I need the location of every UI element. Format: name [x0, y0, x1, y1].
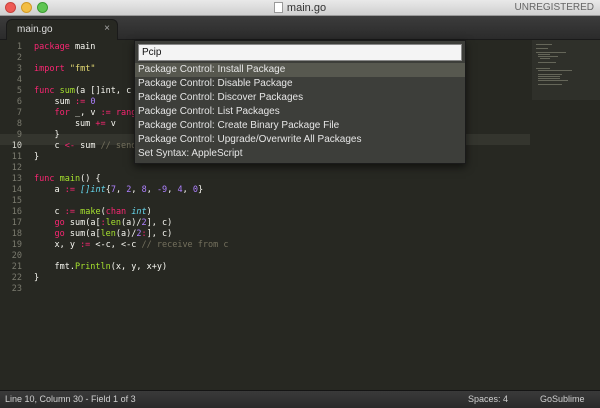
line-number: 20: [11, 251, 22, 261]
minimap-line: [538, 56, 558, 57]
minimap-line: [538, 54, 550, 55]
line-number: 10: [11, 141, 22, 151]
minimap[interactable]: [532, 40, 600, 100]
command-item[interactable]: Package Control: List Packages: [135, 105, 465, 119]
line-number: 1: [16, 42, 22, 52]
minimap-line: [536, 68, 550, 69]
code-line: c := make(chan int): [34, 207, 152, 217]
line-number-gutter: 1 2 3 4 5 6 7 8 9 10 11 12 13 14 15 16 17 18 19 20 21 22 23: [0, 40, 28, 390]
code-line: a := []int{7, 2, 8, -9, 4, 0}: [34, 185, 204, 195]
code-line: go sum(a[:len(a)/2], c): [54, 218, 173, 228]
code-line: for _, v := range: [54, 108, 142, 118]
code-line: func sum(a []int, c: [34, 86, 137, 96]
code-line: }: [34, 152, 40, 162]
title-bar: main.go UNREGISTERED: [0, 0, 600, 16]
command-item[interactable]: Set Syntax: AppleScript: [135, 147, 465, 161]
minimap-line: [538, 84, 562, 85]
minimap-line: [540, 58, 550, 59]
line-number: 13: [11, 174, 22, 184]
command-palette-input[interactable]: [138, 44, 462, 61]
window-title: main.go: [286, 2, 327, 14]
code-line: func main() {: [34, 174, 101, 184]
document-icon: [273, 2, 283, 13]
minimap-line: [536, 52, 566, 53]
code-line: }: [34, 273, 40, 283]
line-number: 11: [11, 152, 22, 162]
registration-status: UNREGISTERED: [514, 2, 594, 13]
minimap-line: [536, 48, 548, 49]
tab-label: main.go: [17, 24, 53, 35]
code-line: import "fmt": [34, 64, 96, 74]
minimap-line: [538, 62, 556, 63]
code-line: sum += v: [34, 119, 116, 129]
minimap-line: [536, 44, 552, 45]
line-number: 15: [11, 196, 22, 206]
command-item[interactable]: Package Control: Upgrade/Overwrite All P…: [135, 133, 465, 147]
line-number: 14: [11, 185, 22, 195]
code-line: package main: [34, 42, 96, 52]
line-number: 7: [16, 108, 22, 118]
command-item-selected[interactable]: Package Control: Install Package: [135, 63, 465, 77]
line-number: 18: [11, 229, 22, 239]
minimap-line: [538, 74, 562, 75]
tab-bar: main.go ×: [0, 16, 600, 40]
cursor-position: Line 10, Column 30 - Field 1 of 3: [5, 394, 136, 404]
code-line: go sum(a[len(a)/2:], c): [54, 229, 173, 239]
line-number: 22: [11, 273, 22, 283]
code-line-current: c <- sum // send: [34, 141, 137, 151]
minimap-line: [538, 78, 560, 79]
command-palette-results: Package Control: Install Package Package…: [135, 63, 465, 161]
minimap-line: [538, 80, 568, 81]
line-number: 17: [11, 218, 22, 228]
minimap-line: [538, 70, 572, 71]
code-line: }: [34, 130, 60, 140]
line-number: 2: [16, 53, 22, 63]
close-tab-icon[interactable]: ×: [104, 23, 110, 34]
line-number: 21: [11, 262, 22, 272]
line-number: 12: [11, 163, 22, 173]
minimap-line: [538, 76, 560, 77]
plugin-status[interactable]: GoSublime: [540, 391, 585, 408]
status-bar: Line 10, Column 30 - Field 1 of 3 Spaces…: [0, 390, 600, 408]
tab-main-go[interactable]: main.go ×: [6, 19, 118, 40]
line-number: 19: [11, 240, 22, 250]
window-title-area: main.go: [0, 1, 600, 15]
line-number: 3: [16, 64, 22, 74]
command-item[interactable]: Package Control: Disable Package: [135, 77, 465, 91]
command-item[interactable]: Package Control: Discover Packages: [135, 91, 465, 105]
line-number: 23: [11, 284, 22, 294]
line-number: 4: [16, 75, 22, 85]
line-number: 5: [16, 86, 22, 96]
line-number: 8: [16, 119, 22, 129]
line-number: 6: [16, 97, 22, 107]
code-line: x, y := <-c, <-c // receive from c: [34, 240, 229, 250]
indentation-setting[interactable]: Spaces: 4: [468, 391, 508, 408]
line-number: 9: [16, 130, 22, 140]
line-number: 16: [11, 207, 22, 217]
code-line: sum := 0: [34, 97, 96, 107]
code-line: fmt.Println(x, y, x+y): [34, 262, 168, 272]
command-item[interactable]: Package Control: Create Binary Package F…: [135, 119, 465, 133]
command-palette: Package Control: Install Package Package…: [134, 40, 466, 164]
